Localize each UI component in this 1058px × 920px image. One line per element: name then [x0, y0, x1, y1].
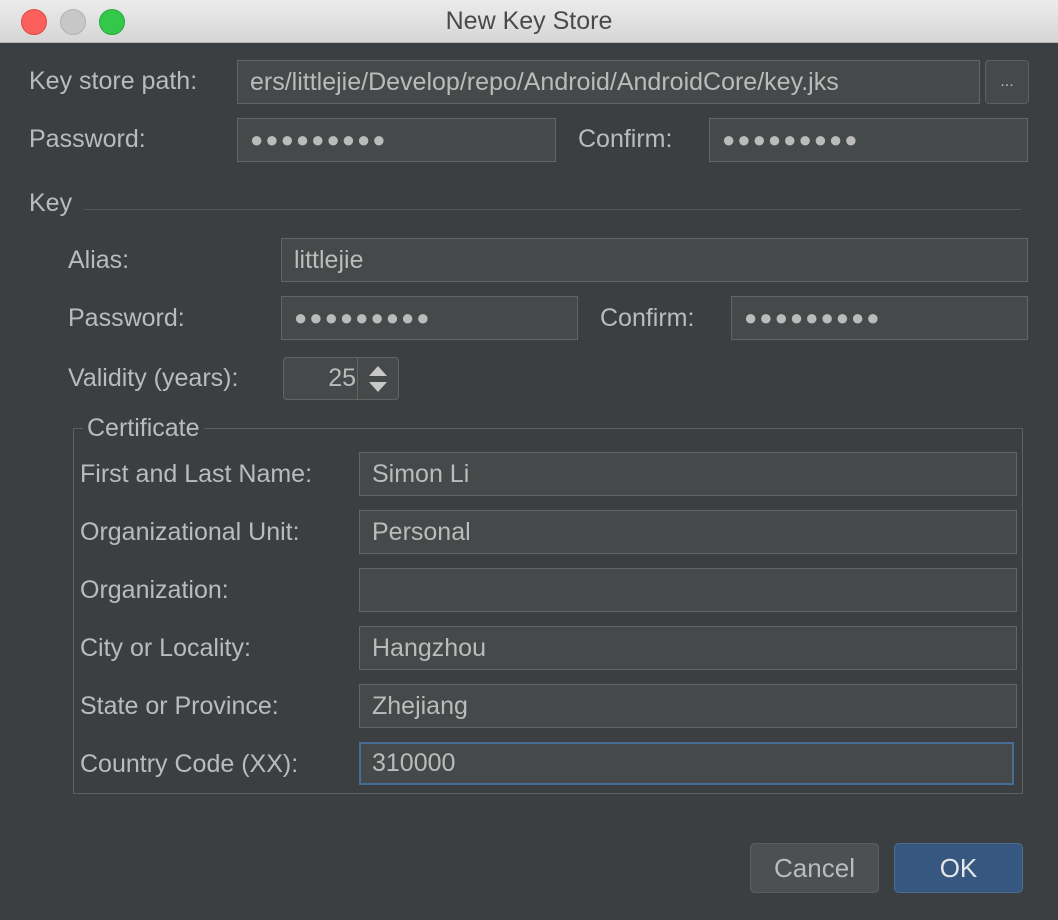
first-last-name-input[interactable]: Simon Li	[359, 452, 1017, 496]
first-last-name-label: First and Last Name:	[80, 460, 313, 488]
organizational-unit-input[interactable]: Personal	[359, 510, 1017, 554]
cancel-button[interactable]: Cancel	[750, 843, 879, 893]
state-province-input[interactable]: Zhejiang	[359, 684, 1017, 728]
key-section-title: Key	[29, 189, 73, 217]
keystore-password-label: Password:	[29, 125, 146, 153]
window-title: New Key Store	[445, 7, 613, 35]
title-bar[interactable]: New Key Store	[0, 0, 1058, 43]
ok-button[interactable]: OK	[894, 843, 1023, 893]
organization-input[interactable]	[359, 568, 1017, 612]
city-locality-input[interactable]: Hangzhou	[359, 626, 1017, 670]
new-key-store-dialog: New Key Store Key store path: ers/little…	[0, 0, 1058, 920]
key-store-path-label: Key store path:	[29, 67, 198, 95]
alias-label: Alias:	[68, 246, 130, 274]
key-password-field[interactable]: ●●●●●●●●●	[281, 296, 578, 340]
city-locality-label: City or Locality:	[80, 634, 251, 662]
alias-input[interactable]: littlejie	[281, 238, 1028, 282]
key-store-path-input[interactable]: ers/littlejie/Develop/repo/Android/Andro…	[237, 60, 980, 104]
certificate-title: Certificate	[83, 414, 204, 443]
spinner-up-arrow-icon[interactable]	[369, 366, 387, 376]
key-section-divider	[84, 209, 1021, 210]
browse-button[interactable]: ...	[985, 60, 1029, 104]
organizational-unit-label: Organizational Unit:	[80, 518, 300, 546]
keystore-password-field[interactable]: ●●●●●●●●●	[237, 118, 556, 162]
organization-label: Organization:	[80, 576, 229, 604]
state-province-label: State or Province:	[80, 692, 279, 720]
country-code-label: Country Code (XX):	[80, 750, 299, 778]
key-confirm-label: Confirm:	[600, 304, 695, 332]
key-confirm-field[interactable]: ●●●●●●●●●	[731, 296, 1028, 340]
key-password-label: Password:	[68, 304, 185, 332]
keystore-confirm-field[interactable]: ●●●●●●●●●	[709, 118, 1028, 162]
validity-label: Validity (years):	[68, 364, 239, 392]
spinner-divider	[357, 358, 358, 399]
validity-value[interactable]: 25	[284, 358, 356, 399]
keystore-confirm-label: Confirm:	[578, 125, 673, 153]
validity-spinner[interactable]: 25	[283, 357, 399, 400]
country-code-input[interactable]: 310000	[359, 742, 1014, 785]
spinner-down-arrow-icon[interactable]	[369, 382, 387, 392]
